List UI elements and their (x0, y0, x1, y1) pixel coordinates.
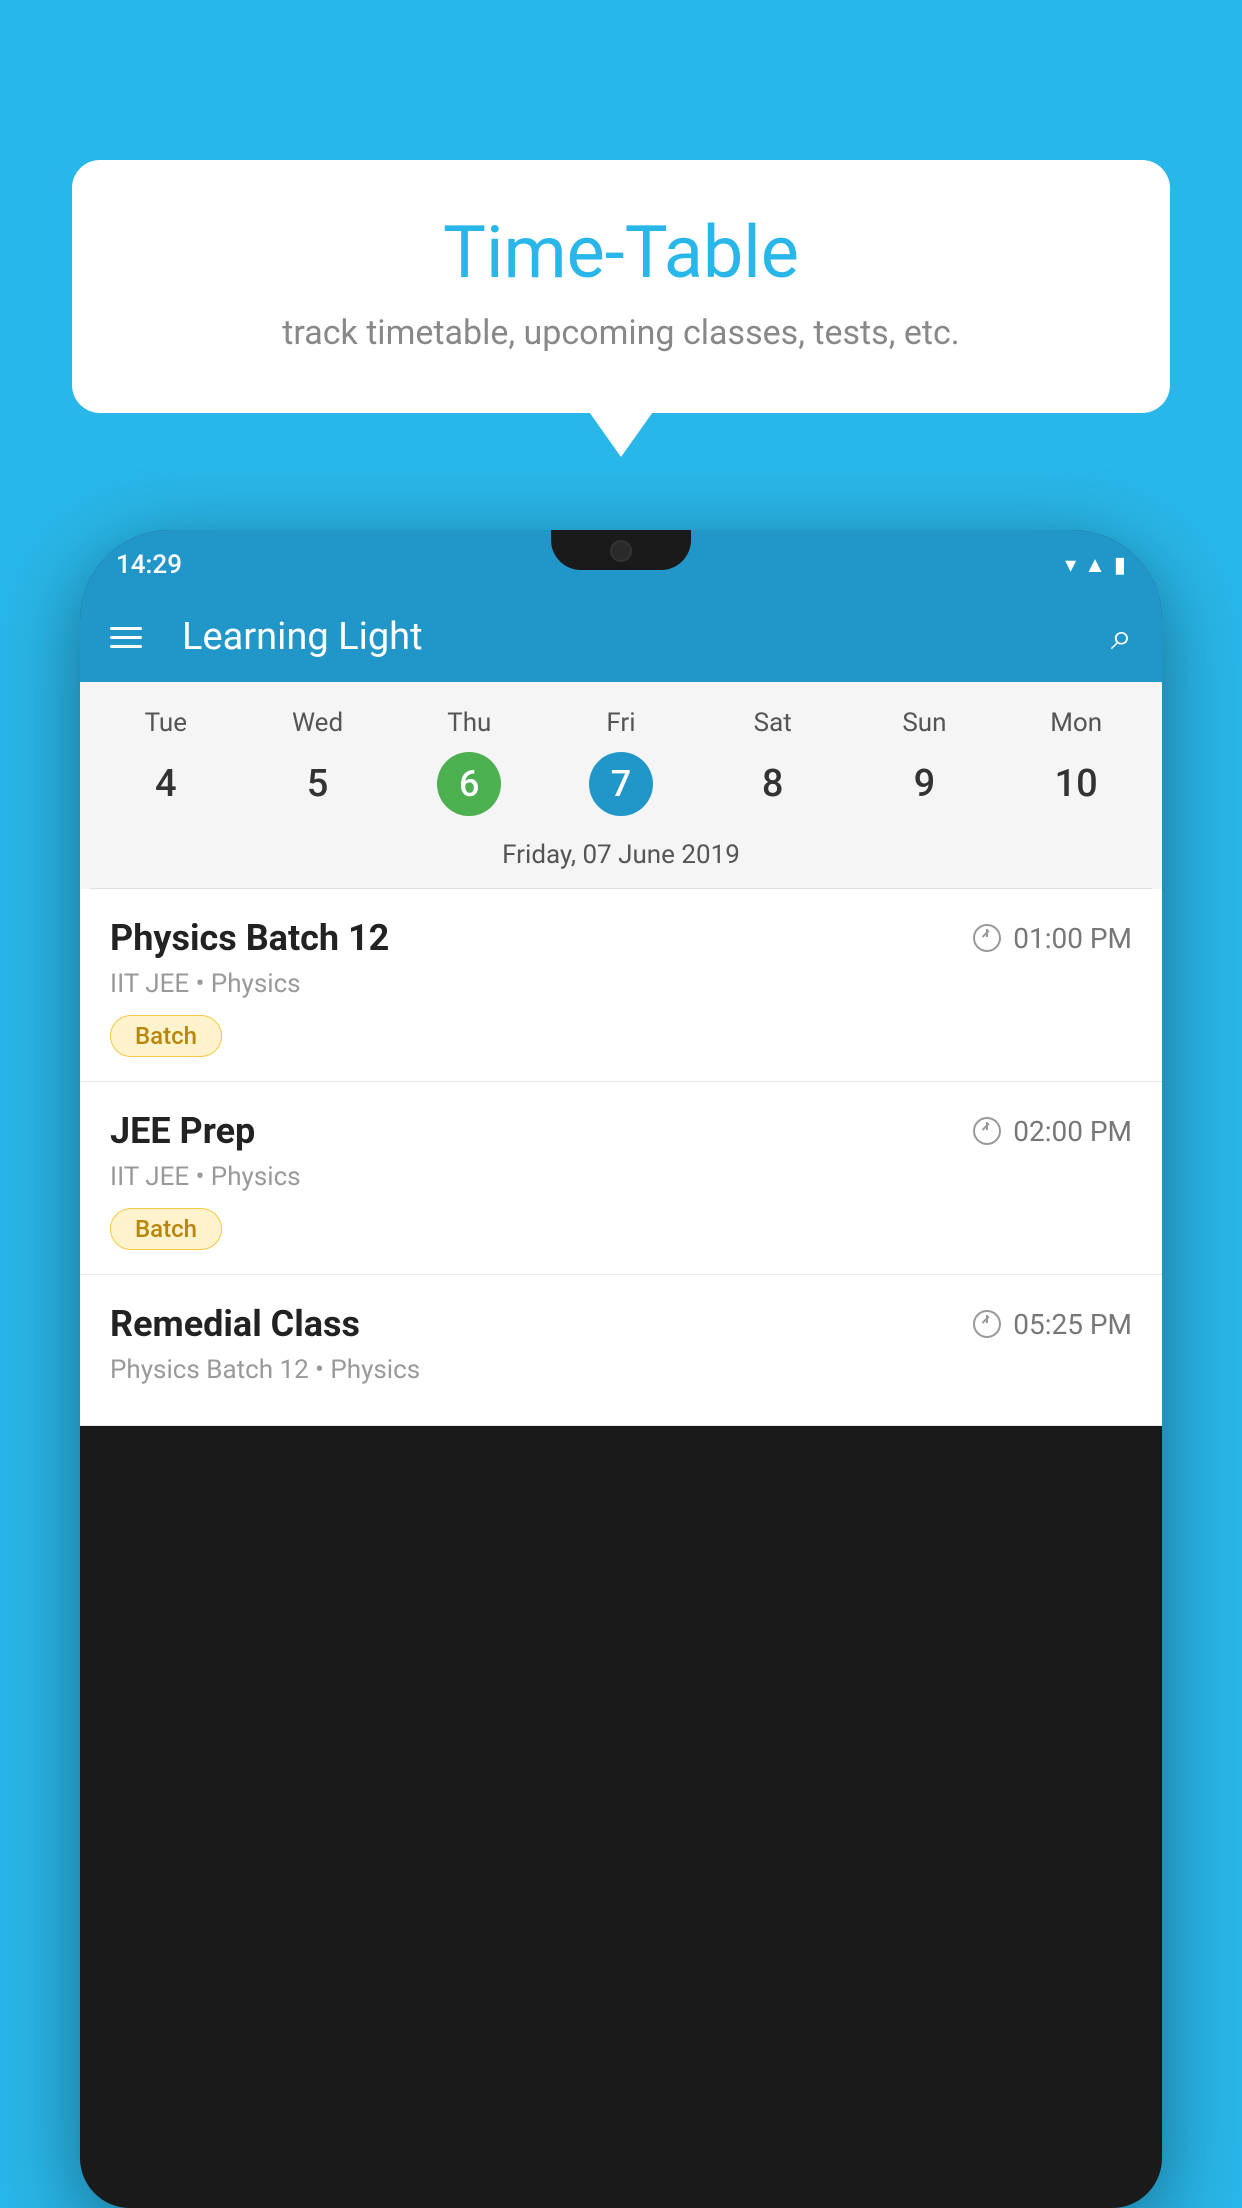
day-header-fri: Fri (545, 702, 697, 744)
menu-button[interactable] (110, 627, 142, 648)
selected-date-label: Friday, 07 June 2019 (90, 830, 1152, 889)
schedule-title-1: Physics Batch 12 (110, 917, 389, 959)
phone-notch (551, 530, 691, 570)
wifi-icon: ▾ (1065, 553, 1076, 578)
schedule-time-2: 02:00 PM (973, 1115, 1132, 1148)
schedule-subtitle-2: IIT JEE • Physics (110, 1162, 1132, 1192)
day-header-mon: Mon (1000, 702, 1152, 744)
day-numbers: 4 5 6 7 8 9 10 (90, 752, 1152, 830)
day-8[interactable]: 8 (697, 752, 849, 816)
calendar-strip: Tue Wed Thu Fri Sat Sun Mon 4 5 6 7 8 9 … (80, 682, 1162, 889)
day-9[interactable]: 9 (849, 752, 1001, 816)
app-toolbar: Learning Light ⌕ (80, 592, 1162, 682)
clock-icon-1 (973, 924, 1001, 952)
day-5[interactable]: 5 (242, 752, 394, 816)
schedule-time-3: 05:25 PM (973, 1308, 1132, 1341)
status-icons: ▾ ▲ ▮ (1065, 552, 1126, 578)
battery-icon: ▮ (1114, 553, 1126, 578)
schedule-item-top-2: JEE Prep 02:00 PM (110, 1110, 1132, 1152)
time-text-1: 01:00 PM (1013, 922, 1132, 955)
schedule-item-1[interactable]: Physics Batch 12 01:00 PM IIT JEE • Phys… (80, 889, 1162, 1082)
batch-badge-1: Batch (110, 1015, 222, 1057)
schedule-item-2[interactable]: JEE Prep 02:00 PM IIT JEE • Physics Batc… (80, 1082, 1162, 1275)
schedule-title-2: JEE Prep (110, 1110, 255, 1152)
day-4[interactable]: 4 (90, 752, 242, 816)
schedule-item-top-3: Remedial Class 05:25 PM (110, 1303, 1132, 1345)
tooltip-card: Time-Table track timetable, upcoming cla… (72, 160, 1170, 413)
schedule-list: Physics Batch 12 01:00 PM IIT JEE • Phys… (80, 889, 1162, 1426)
day-7-selected[interactable]: 7 (589, 752, 653, 816)
batch-badge-2: Batch (110, 1208, 222, 1250)
phone-frame: 14:29 ▾ ▲ ▮ Learning Light ⌕ Tue Wed Thu… (80, 530, 1162, 2208)
signal-icon: ▲ (1084, 552, 1106, 578)
clock-icon-3 (973, 1310, 1001, 1338)
day-header-sun: Sun (849, 702, 1001, 744)
schedule-title-3: Remedial Class (110, 1303, 360, 1345)
time-text-3: 05:25 PM (1013, 1308, 1132, 1341)
schedule-time-1: 01:00 PM (973, 922, 1132, 955)
time-text-2: 02:00 PM (1013, 1115, 1132, 1148)
status-time: 14:29 (116, 550, 182, 580)
day-header-wed: Wed (242, 702, 394, 744)
day-header-tue: Tue (90, 702, 242, 744)
search-button[interactable]: ⌕ (1111, 615, 1132, 659)
day-6-today[interactable]: 6 (437, 752, 501, 816)
schedule-item-3[interactable]: Remedial Class 05:25 PM Physics Batch 12… (80, 1275, 1162, 1426)
tooltip-title: Time-Table (132, 210, 1110, 295)
day-headers: Tue Wed Thu Fri Sat Sun Mon (90, 702, 1152, 752)
day-10[interactable]: 10 (1000, 752, 1152, 816)
app-title: Learning Light (172, 615, 1081, 659)
schedule-item-top-1: Physics Batch 12 01:00 PM (110, 917, 1132, 959)
day-header-sat: Sat (697, 702, 849, 744)
schedule-subtitle-1: IIT JEE • Physics (110, 969, 1132, 999)
day-header-thu: Thu (393, 702, 545, 744)
schedule-subtitle-3: Physics Batch 12 • Physics (110, 1355, 1132, 1385)
tooltip-subtitle: track timetable, upcoming classes, tests… (132, 313, 1110, 353)
camera-dot (610, 540, 632, 562)
clock-icon-2 (973, 1117, 1001, 1145)
